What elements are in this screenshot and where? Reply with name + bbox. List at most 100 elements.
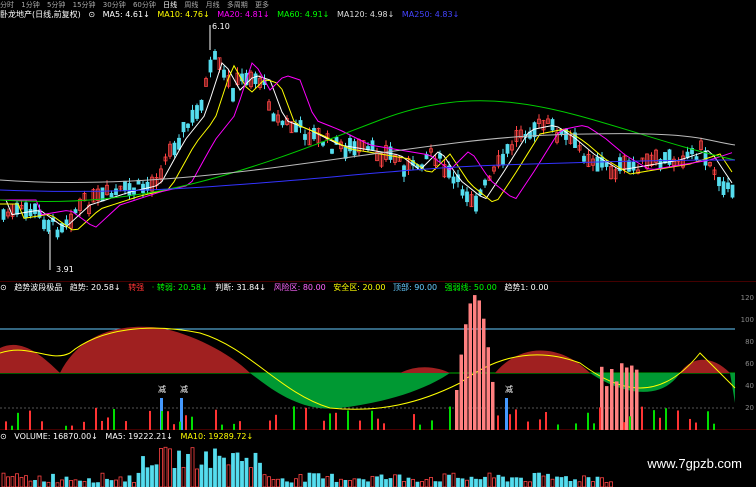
- candle-body: [312, 127, 316, 140]
- strength-tick: [269, 420, 271, 430]
- strength-tick: [11, 425, 13, 430]
- trend-label: 趋势: 20.58↓: [69, 283, 121, 292]
- turn-strong-label: 转强: [128, 283, 145, 292]
- volume-bar: [474, 478, 478, 487]
- volume-bar: [609, 481, 613, 487]
- volume-bar: [469, 476, 474, 487]
- trend1-label: 趋势1: 0.00: [504, 283, 549, 292]
- price-chart[interactable]: [0, 20, 756, 282]
- volume-chart[interactable]: [0, 442, 756, 487]
- volume-bar: [505, 481, 510, 487]
- period-tab-60min[interactable]: 60分钟: [133, 1, 156, 9]
- axis-tick: 120: [740, 294, 754, 302]
- strength-tick: [413, 414, 415, 430]
- ma250-label: MA250: 4.83↓: [401, 10, 460, 19]
- volume-bar: [582, 475, 586, 487]
- volume-bar: [568, 481, 573, 487]
- volume-bar: [136, 472, 141, 487]
- trend-bar: [486, 347, 490, 430]
- volume-bar: [393, 474, 397, 487]
- volume-bar: [276, 478, 280, 487]
- trend-bar: [615, 381, 619, 430]
- candle-body: [199, 99, 204, 111]
- indicator-legend: ⊙ 趋势波段极品 趋势: 20.58↓ 转强 · 转弱: 20.58↓ 判断: …: [0, 283, 554, 293]
- volume-bar: [514, 477, 519, 487]
- period-tab-monthly[interactable]: 月线: [206, 1, 220, 9]
- watermark: www.7gpzb.com: [647, 456, 742, 471]
- candle-body: [726, 182, 730, 190]
- volume-bar: [325, 476, 330, 487]
- volume-bar: [424, 479, 429, 487]
- candle-body: [177, 137, 181, 150]
- volume-bar: [595, 476, 600, 487]
- volume-bar: [586, 477, 591, 487]
- volume-bar: [316, 473, 321, 487]
- gear-icon[interactable]: ⊙: [0, 432, 7, 441]
- volume-bar: [87, 478, 91, 487]
- candle-body: [330, 148, 334, 154]
- ma20-line: [0, 62, 733, 228]
- strength-tick: [575, 423, 577, 430]
- volume-bar: [222, 457, 226, 487]
- volume-bar: [375, 476, 379, 487]
- strength-tick: [587, 412, 589, 430]
- strength-tick: [29, 410, 31, 430]
- indicator-chart[interactable]: [0, 293, 756, 430]
- candle-body: [631, 161, 636, 171]
- volume-bar: [213, 448, 217, 487]
- trend-bar: [620, 363, 624, 430]
- trend-bar: [477, 300, 481, 430]
- volume-bar: [501, 476, 505, 487]
- volume-bar: [600, 477, 604, 487]
- volume-bar: [141, 456, 145, 487]
- volume-bar: [555, 476, 559, 487]
- strength-tick: [695, 422, 697, 430]
- strength-tick: [347, 410, 349, 430]
- volume-bar: [307, 472, 312, 487]
- period-tab-fenshi[interactable]: 分时: [0, 1, 14, 9]
- strength-tick: [419, 424, 421, 430]
- gear-icon[interactable]: ⊙: [88, 10, 95, 19]
- volume-bar: [415, 481, 420, 487]
- volume-bar: [397, 474, 402, 487]
- volume-bar: [334, 481, 339, 487]
- strength-tick: [185, 415, 187, 430]
- period-tab-multi[interactable]: 多周期: [227, 1, 248, 9]
- volume-bar: [6, 476, 10, 487]
- axis-tick: 100: [740, 316, 754, 324]
- candle-body: [465, 191, 469, 203]
- volume-bar: [37, 475, 42, 487]
- trend-bar: [473, 295, 477, 430]
- volume-bar: [46, 481, 51, 487]
- strength-tick: [689, 418, 691, 430]
- period-tab-daily[interactable]: 日线: [163, 1, 177, 9]
- trend-bar: [455, 390, 459, 430]
- period-toolbar: 分时 1分钟 5分钟 15分钟 30分钟 60分钟 日线 周线 月线 多周期 更…: [0, 0, 756, 10]
- axis-tick: 80: [745, 338, 754, 346]
- volume-bar: [10, 476, 15, 487]
- candle-body: [123, 180, 127, 191]
- period-tab-30min[interactable]: 30分钟: [103, 1, 126, 9]
- strength-tick: [323, 420, 325, 430]
- volume-bar: [154, 464, 159, 487]
- candle-body: [145, 181, 150, 191]
- gear-icon[interactable]: ⊙: [0, 283, 7, 292]
- volume-bar: [388, 478, 393, 487]
- volume-bar: [24, 475, 28, 487]
- volume-bar: [366, 481, 370, 487]
- candle-body: [343, 146, 348, 159]
- volume-bar: [91, 482, 96, 487]
- candle-body: [627, 160, 631, 172]
- period-tab-weekly[interactable]: 周线: [184, 1, 198, 9]
- period-tab-1min[interactable]: 1分钟: [21, 1, 39, 9]
- volume-bar: [433, 481, 438, 487]
- volume-bar: [456, 477, 460, 487]
- period-tab-more[interactable]: 更多: [255, 1, 269, 9]
- volume-bar: [280, 478, 285, 487]
- volume-bar: [303, 481, 307, 487]
- trend-bar: [610, 369, 614, 430]
- volume-bar: [402, 480, 406, 487]
- period-tab-5min[interactable]: 5分钟: [47, 1, 65, 9]
- volume-bar: [150, 465, 154, 487]
- period-tab-15min[interactable]: 15分钟: [73, 1, 96, 9]
